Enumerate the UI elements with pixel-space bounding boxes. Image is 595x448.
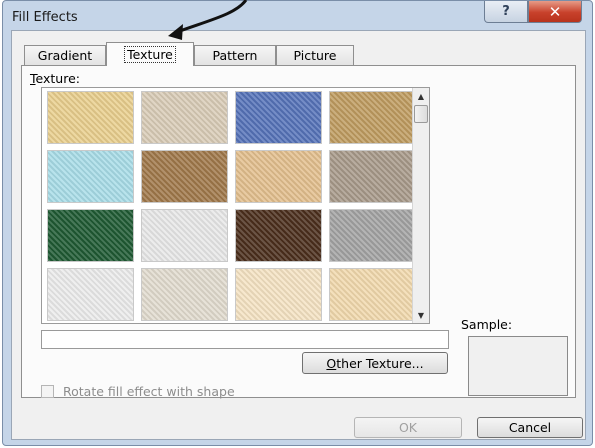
scroll-up-arrow-icon[interactable]: ▲ xyxy=(413,88,429,104)
sample-label: Sample: xyxy=(461,317,513,332)
texture-swatch-green-marble[interactable] xyxy=(47,209,134,262)
texture-swatch-fish-fossil[interactable] xyxy=(235,150,322,203)
texture-swatch-sand[interactable] xyxy=(329,150,416,203)
rotate-fill-label: Rotate fill effect with shape xyxy=(63,384,235,399)
other-texture-accelerator: O xyxy=(326,355,337,371)
tab-pattern-label: Pattern xyxy=(212,48,258,63)
help-icon: ? xyxy=(502,4,510,19)
other-texture-label: ther Texture... xyxy=(336,355,424,371)
other-texture-button[interactable]: Other Texture... xyxy=(302,352,448,374)
tab-picture[interactable]: Picture xyxy=(276,45,354,65)
texture-swatch-white-marble[interactable] xyxy=(141,209,228,262)
texture-swatch-woven-mat[interactable] xyxy=(329,91,416,144)
texture-swatch-paper-bag[interactable] xyxy=(141,150,228,203)
tab-texture-label: Texture xyxy=(124,46,176,63)
scroll-down-arrow-icon[interactable]: ▼ xyxy=(413,307,429,323)
texture-swatch-stationery[interactable] xyxy=(329,268,416,321)
close-button[interactable]: ✕ xyxy=(528,1,582,23)
texture-swatch-recycled-paper[interactable] xyxy=(141,268,228,321)
texture-swatch-papyrus[interactable] xyxy=(47,91,134,144)
texture-label-text: exture: xyxy=(35,71,80,86)
texture-scrollbar[interactable]: ▲ ▼ xyxy=(412,88,429,323)
help-button[interactable]: ? xyxy=(484,1,528,23)
texture-swatch-denim[interactable] xyxy=(235,91,322,144)
texture-label: Texture: xyxy=(30,71,80,86)
fill-effects-dialog: Fill Effects ? ✕ Gradient Texture Patter… xyxy=(2,0,593,446)
ok-button[interactable]: OK xyxy=(354,417,462,438)
cancel-button-label: Cancel xyxy=(508,420,552,435)
dialog-body: Gradient Texture Pattern Picture Texture… xyxy=(11,30,586,440)
cancel-button[interactable]: Cancel xyxy=(477,417,583,438)
tab-pattern[interactable]: Pattern xyxy=(194,45,276,65)
tab-picture-label: Picture xyxy=(293,48,337,63)
texture-swatch-granite[interactable] xyxy=(329,209,416,262)
texture-name-field[interactable] xyxy=(41,330,449,349)
sample-preview xyxy=(468,336,568,396)
tab-gradient[interactable]: Gradient xyxy=(24,45,106,65)
texture-swatch-brown-marble[interactable] xyxy=(235,209,322,262)
dialog-title: Fill Effects xyxy=(12,10,78,25)
close-icon: ✕ xyxy=(548,2,562,21)
scroll-thumb[interactable] xyxy=(414,105,428,123)
texture-swatch-newsprint[interactable] xyxy=(47,268,134,321)
texture-swatch-canvas[interactable] xyxy=(141,91,228,144)
ok-button-label: OK xyxy=(398,420,418,435)
texture-gallery: ▲ ▼ xyxy=(41,87,430,324)
texture-swatch-parchment[interactable] xyxy=(235,268,322,321)
texture-swatch-water-droplets[interactable] xyxy=(47,150,134,203)
title-bar[interactable]: Fill Effects ? ✕ xyxy=(3,1,592,31)
tab-gradient-label: Gradient xyxy=(37,48,93,63)
tab-texture[interactable]: Texture xyxy=(106,42,194,66)
rotate-fill-checkbox[interactable] xyxy=(41,385,54,398)
